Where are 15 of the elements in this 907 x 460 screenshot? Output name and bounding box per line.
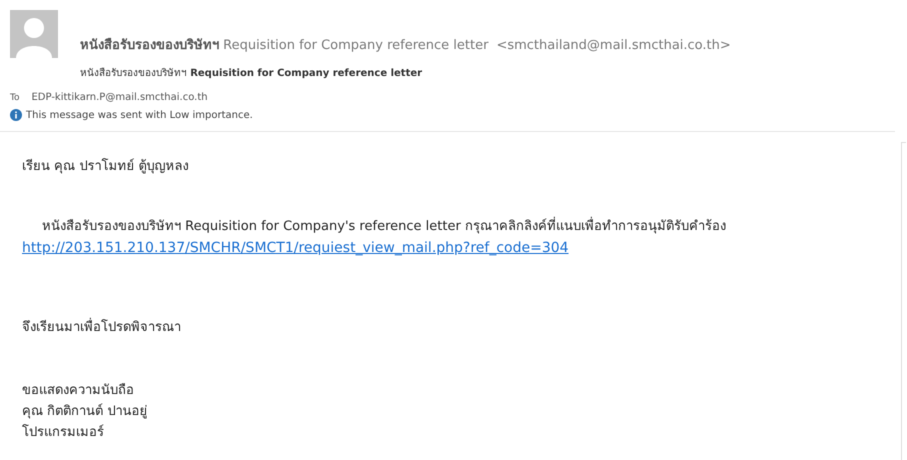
message-paragraph: หนังสือรับรองของบริษัทฯ Requisition for Company's reference letter กรุณาคลิกลิงค์ที่แนบเพื่อทำการอนุมัติรับคำร้อง — [22, 216, 879, 237]
sender-email: <smcthailand@mail.smcthai.co.th> — [496, 38, 731, 53]
signature-line: คุณ กิตติกานต์ ปานอยู่ — [22, 402, 148, 421]
to-label: To — [10, 93, 20, 103]
request-link[interactable]: http://203.151.210.137/SMCHR/SMCT1/requiest_view_mail.php?ref_code=304 — [22, 240, 569, 256]
info-icon — [10, 109, 22, 121]
sender-name: หนังสือรับรองของบริษัทฯ Requisition for Company reference letter — [80, 36, 488, 55]
signature-line: โปรแกรมเมอร์ — [22, 423, 105, 442]
subject: หนังสือรับรองของบริษัทฯ Requisition for Company reference letter — [80, 66, 424, 80]
recipient-address: EDP-kittikarn.P@mail.smcthai.co.th — [31, 92, 208, 103]
signature-line: ขอแสดงความนับถือ — [22, 382, 135, 400]
avatar-icon — [10, 10, 58, 58]
closing-line: จึงเรียนมาเพื่อโปรดพิจารณา — [22, 317, 879, 338]
greeting: เรียน คุณ ปราโมทย์ ตู้บุญหลง — [22, 157, 190, 176]
importance-notice: This message was sent with Low importance. — [26, 110, 253, 120]
